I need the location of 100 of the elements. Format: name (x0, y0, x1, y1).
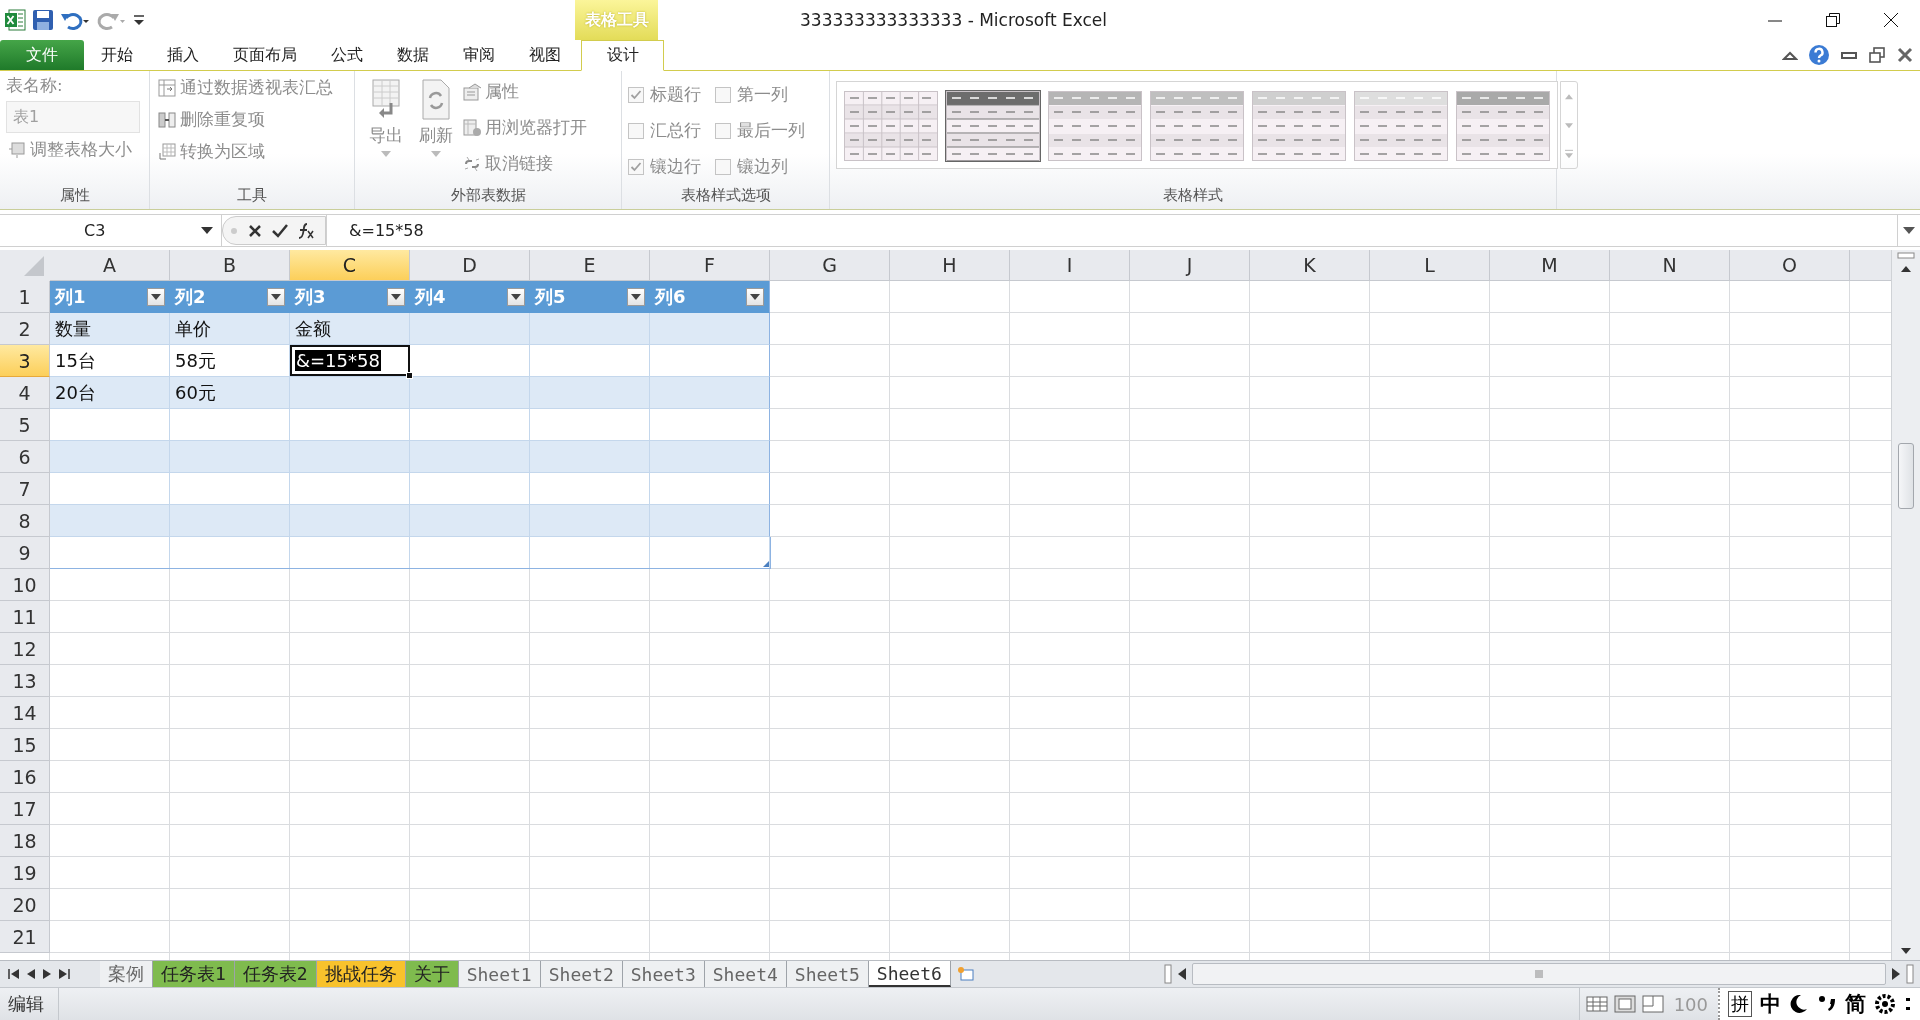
checkbox[interactable] (628, 123, 644, 139)
ribbon-tab[interactable]: 插入 (150, 40, 216, 70)
row-header[interactable]: 13 (0, 665, 50, 697)
sheet-tab[interactable]: 任务表2 (234, 961, 317, 987)
table-style-thumbnail[interactable] (1353, 90, 1449, 162)
ribbon-tab[interactable]: 视图 (512, 40, 578, 70)
column-header[interactable]: A (50, 250, 170, 280)
row-header[interactable]: 10 (0, 569, 50, 601)
scroll-right-icon[interactable] (1890, 967, 1902, 981)
row-header[interactable]: 18 (0, 825, 50, 857)
column-header[interactable]: C (290, 250, 410, 280)
name-box[interactable]: C3 (0, 215, 222, 246)
row-header[interactable]: 15 (0, 729, 50, 761)
save-icon[interactable] (32, 9, 54, 31)
row-header[interactable]: 1 (0, 281, 50, 313)
horizontal-scrollbar[interactable] (1192, 963, 1886, 985)
column-header[interactable]: H (890, 250, 1010, 280)
row-header[interactable]: 5 (0, 409, 50, 441)
checkbox[interactable] (628, 159, 644, 175)
row-header[interactable]: 21 (0, 921, 50, 953)
table-style-thumbnail[interactable] (1149, 90, 1245, 162)
row-header[interactable]: 11 (0, 601, 50, 633)
sheet-tab[interactable]: 挑战任务 (316, 961, 406, 987)
close-workbook-icon[interactable] (1896, 46, 1914, 64)
row-header[interactable]: 12 (0, 633, 50, 665)
column-header[interactable]: E (530, 250, 650, 280)
checkbox[interactable] (628, 87, 644, 103)
sheet-tab[interactable]: Sheet6 (868, 961, 951, 987)
gear-icon[interactable] (1874, 993, 1896, 1015)
row-header[interactable]: 7 (0, 473, 50, 505)
table-resize-handle[interactable] (763, 561, 769, 567)
restore-workbook-icon[interactable] (1868, 46, 1886, 64)
row-header[interactable]: 9 (0, 537, 50, 569)
filter-button[interactable] (507, 287, 525, 306)
ribbon-button[interactable]: 导出 (361, 75, 411, 181)
checkbox[interactable] (715, 123, 731, 139)
ribbon-button[interactable]: 属性 (461, 79, 589, 105)
column-header[interactable]: J (1130, 250, 1250, 280)
insert-function-icon[interactable] (297, 221, 315, 240)
formula-field[interactable]: &=15*58 (326, 215, 1897, 246)
checkbox[interactable] (715, 87, 731, 103)
close-button[interactable] (1883, 12, 1899, 28)
ime-button[interactable]: 中 (1760, 990, 1781, 1018)
column-header[interactable]: N (1610, 250, 1730, 280)
column-header[interactable]: G (770, 250, 890, 280)
sheet-tab[interactable]: Sheet2 (540, 961, 623, 987)
row-header[interactable]: 19 (0, 857, 50, 889)
checkbox[interactable] (715, 159, 731, 175)
ribbon-tab[interactable]: 公式 (314, 40, 380, 70)
row-header[interactable]: 14 (0, 697, 50, 729)
sheet-tab[interactable]: Sheet5 (786, 961, 869, 987)
row-header[interactable]: 4 (0, 377, 50, 409)
ribbon-tab[interactable]: 页面布局 (216, 40, 314, 70)
row-header[interactable]: 8 (0, 505, 50, 537)
sheet-tab[interactable]: 关于 (405, 961, 459, 987)
enter-icon[interactable] (271, 222, 289, 239)
ime-mode-button[interactable]: 拼 (1728, 991, 1752, 1017)
table-style-thumbnail[interactable] (945, 90, 1041, 162)
table-style-thumbnail[interactable] (1455, 90, 1551, 162)
row-header[interactable]: 17 (0, 793, 50, 825)
column-header[interactable]: F (650, 250, 770, 280)
row-header[interactable]: 6 (0, 441, 50, 473)
fill-handle[interactable] (406, 372, 413, 379)
column-header[interactable]: L (1370, 250, 1490, 280)
page-layout-icon[interactable] (1613, 995, 1636, 1013)
scroll-left-icon[interactable] (1176, 967, 1188, 981)
cancel-icon[interactable] (247, 222, 263, 239)
column-header[interactable]: D (410, 250, 530, 280)
active-cell[interactable]: &=15*58 (290, 345, 410, 376)
row-header[interactable]: 16 (0, 761, 50, 793)
column-header[interactable]: O (1730, 250, 1850, 280)
sheet-tab[interactable]: 案例 (100, 961, 153, 987)
ribbon-tab[interactable]: 设计 (581, 40, 664, 71)
sheet-tab[interactable]: 任务表1 (153, 961, 235, 987)
page-break-icon[interactable] (1641, 995, 1664, 1013)
expand-icon[interactable] (1903, 226, 1915, 235)
row-header[interactable]: 3 (0, 345, 50, 377)
restore-button[interactable] (1825, 12, 1841, 28)
first-sheet-icon[interactable] (8, 968, 20, 980)
ribbon-tab[interactable]: 审阅 (446, 40, 512, 70)
sheet-tab[interactable]: Sheet1 (458, 961, 541, 987)
filter-button[interactable] (147, 287, 165, 306)
ribbon-button[interactable]: 用浏览器打开 (461, 115, 589, 141)
filter-button[interactable] (627, 287, 645, 306)
filter-button[interactable] (746, 287, 764, 306)
sheet-tab[interactable]: Sheet4 (704, 961, 787, 987)
ime-button[interactable]: 简 (1845, 990, 1866, 1018)
column-header[interactable]: I (1010, 250, 1130, 280)
row-header[interactable]: 20 (0, 889, 50, 921)
previous-sheet-icon[interactable] (26, 968, 36, 980)
ribbon-tab[interactable]: 开始 (84, 40, 150, 70)
help-icon[interactable] (1808, 44, 1830, 66)
table-style-thumbnail[interactable] (843, 90, 939, 162)
excel-logo-icon[interactable] (4, 9, 26, 31)
table-style-thumbnail[interactable] (1251, 90, 1347, 162)
normal-view-icon[interactable] (1585, 995, 1608, 1013)
column-header[interactable]: M (1490, 250, 1610, 280)
table-style-thumbnail[interactable] (1047, 90, 1143, 162)
sheet-tab[interactable]: Sheet3 (622, 961, 705, 987)
ribbon-button[interactable]: 通过数据透视表汇总 (156, 75, 335, 101)
